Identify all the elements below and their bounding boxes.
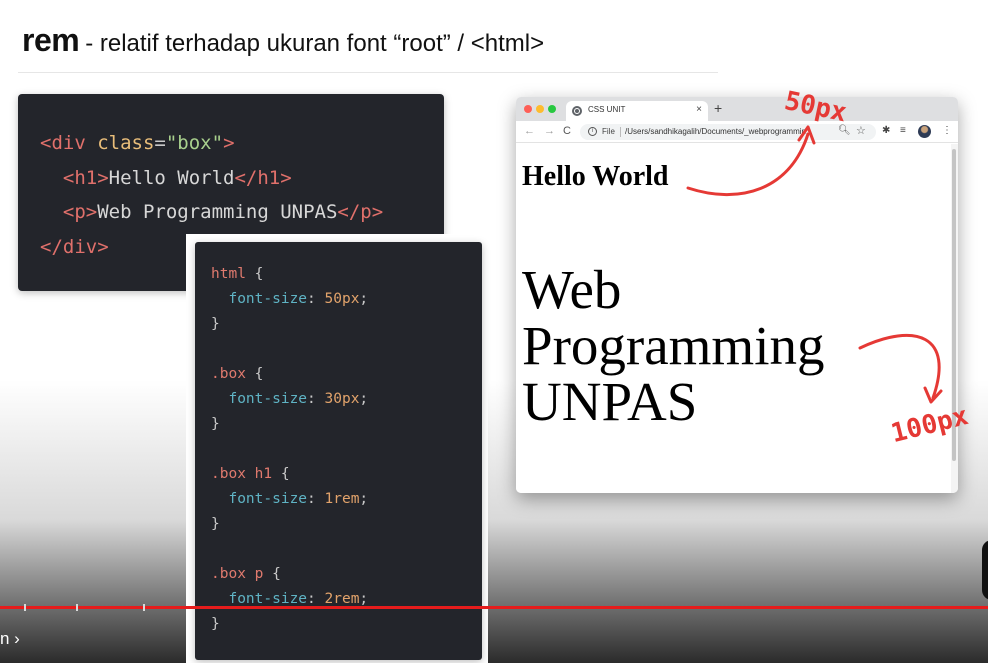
code-token: 50px [324,291,360,307]
address-bar[interactable]: i File /Users/sandhikagalih/Documents/_w… [580,124,876,140]
code-line: } [211,312,466,337]
code-token: <div [40,132,98,154]
reload-icon[interactable]: C [563,124,571,138]
slide-title: rem - relatif terhadap ukuran font “root”… [22,22,544,59]
rendered-h1: Hello World [522,161,669,192]
player-edge [982,540,988,600]
address-separator [620,127,621,137]
close-window-button[interactable] [524,105,532,113]
title-description: - relatif terhadap ukuran font “root” / … [85,30,545,57]
chapter-marker [76,604,78,611]
code-token: html [211,266,255,282]
star-icon[interactable]: ☆ [856,124,866,137]
code-token: <p> [40,201,98,223]
code-line: font-size: 1rem; [211,487,466,512]
code-token: { [254,366,264,382]
code-token: 1rem [324,491,360,507]
tab-css-unit[interactable]: CSS UNIT × [566,101,708,121]
code-token: : [307,391,325,407]
code-token: ; [359,591,369,607]
code-token: ; [359,491,369,507]
info-icon[interactable]: i [588,127,597,136]
chapter-marker [24,604,26,611]
video-progress-bar[interactable] [0,606,988,609]
code-line: } [211,612,466,637]
code-line: .box h1 { [211,462,466,487]
code-token: 2rem [324,591,360,607]
code-token: font-size [211,291,308,307]
title-keyword: rem [22,22,80,58]
code-token: { [272,566,281,582]
avatar[interactable] [918,125,931,138]
new-tab-button[interactable]: + [714,100,722,116]
code-token: { [280,466,290,482]
code-token: } [211,416,220,432]
code-token: .box [211,366,255,382]
code-line: } [211,512,466,537]
code-token: } [211,316,220,332]
minimize-window-button[interactable] [536,105,544,113]
code-line: } [211,412,466,437]
globe-icon [572,106,582,116]
code-token: font-size [211,591,308,607]
code-token: : [307,591,325,607]
code-token: .box p [211,566,273,582]
tab-title: CSS UNIT [588,105,626,114]
code-token: ; [359,291,369,307]
browser-toolbar: ← → C i File /Users/sandhikagalih/Docume… [516,121,958,143]
code-line: <h1>Hello World</h1> [40,161,422,196]
code-line: <div class="box"> [40,126,422,161]
code-token: Web Programming UNPAS [97,201,338,223]
code-token: 30px [324,391,360,407]
code-token: : [307,291,325,307]
code-token: font-size [211,491,308,507]
code-token: > [223,132,235,154]
css-code-panel: html { font-size: 50px;} .box { font-size… [195,242,482,660]
code-token: } [211,616,220,632]
code-line: .box p { [211,562,466,587]
reading-list-icon[interactable]: ≡ [900,125,906,137]
puzzle-icon[interactable]: ✱ [882,125,890,137]
code-line: <p>Web Programming UNPAS</p> [40,195,422,230]
kebab-menu-icon[interactable]: ⋮ [942,125,952,137]
code-token: </div> [40,235,109,258]
forward-arrow-icon[interactable]: → [544,124,555,138]
code-token: = [154,132,166,154]
code-token: </h1> [234,166,292,189]
code-line: font-size: 30px; [211,387,466,412]
maximize-window-button[interactable] [548,105,556,113]
code-token: .box h1 [211,466,281,482]
code-token: Hello World [108,166,235,189]
code-token: "box" [165,132,224,154]
code-token: font-size [211,391,308,407]
title-divider [18,72,718,73]
tab-bar: CSS UNIT × + [516,97,958,121]
close-tab-icon[interactable]: × [696,104,702,115]
chapter-title-button[interactable]: n › [0,629,20,649]
code-token: ; [359,391,369,407]
code-token: : [307,491,325,507]
chapter-marker [143,604,145,611]
code-line: font-size: 50px; [211,287,466,312]
code-token: class [97,132,155,154]
code-token: </p> [337,201,384,223]
code-line: .box { [211,362,466,387]
code-token: <h1> [40,166,109,189]
code-token: { [254,266,264,282]
page-viewport: Hello World Web Programming UNPAS [516,144,952,493]
file-label: File [602,127,615,136]
rendered-paragraph: Web Programming UNPAS [522,259,825,432]
back-arrow-icon[interactable]: ← [524,124,535,138]
code-line: html { [211,262,466,287]
code-token: } [211,516,220,532]
url-text[interactable]: /Users/sandhikagalih/Documents/_webprogr… [625,127,833,136]
